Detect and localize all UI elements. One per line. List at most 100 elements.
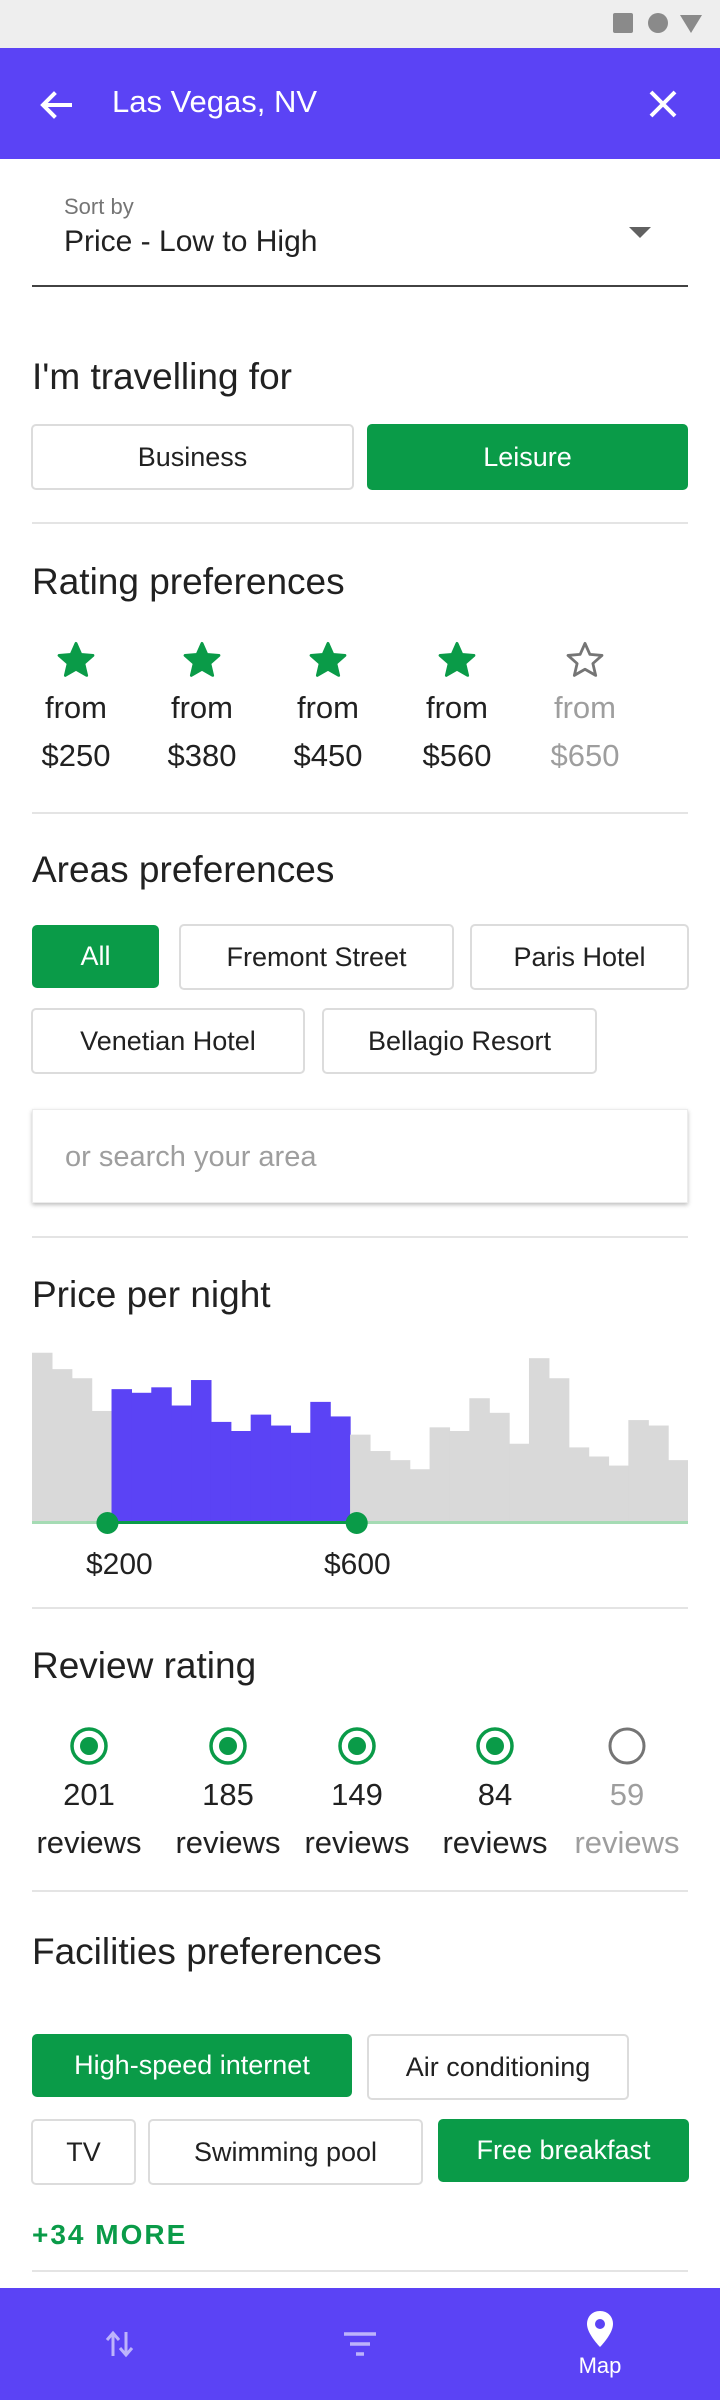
filter-icon <box>344 2332 376 2356</box>
chip-label: Paris Hotel <box>513 941 646 972</box>
radio-checked-icon <box>297 1721 417 1771</box>
nav-filter[interactable] <box>320 2288 400 2400</box>
histogram-bar <box>429 1427 451 1522</box>
review-option[interactable]: 84 reviews <box>435 1721 555 1867</box>
histogram-bar <box>210 1421 232 1522</box>
radio-checked-icon <box>168 1721 288 1771</box>
histogram-bar <box>568 1447 590 1522</box>
chip-label: TV <box>66 2136 101 2167</box>
price-min-handle[interactable] <box>96 1512 119 1534</box>
histogram-bar <box>111 1389 132 1522</box>
rating-option[interactable]: from $650 <box>535 636 635 780</box>
review-unit: reviews <box>36 1825 142 1860</box>
histogram-bar <box>51 1369 73 1522</box>
review-option[interactable]: 59 reviews <box>567 1721 687 1867</box>
review-count: 201 <box>63 1777 115 1812</box>
histogram-bar <box>648 1425 669 1522</box>
rating-from: from <box>171 690 233 725</box>
star-icon <box>535 636 635 684</box>
rating-price: $450 <box>293 738 363 773</box>
histogram-bar <box>548 1378 570 1522</box>
area-chip-all[interactable]: All <box>32 925 159 988</box>
status-circle-icon <box>648 13 668 33</box>
rating-option[interactable]: from $560 <box>407 636 507 780</box>
facility-chip-high-speed-internet[interactable]: High-speed internet <box>32 2034 352 2097</box>
area-chip-bellagio-resort[interactable]: Bellagio Resort <box>322 1008 597 1074</box>
rating-option[interactable]: from $380 <box>152 636 252 780</box>
travel-heading: I'm travelling for <box>32 356 292 397</box>
nav-map[interactable]: Map <box>560 2288 640 2400</box>
divider <box>32 522 688 524</box>
chip-label: Business <box>137 441 248 472</box>
rating-price: $560 <box>422 738 492 773</box>
histogram-bar <box>449 1431 470 1522</box>
facility-chip-air-conditioning[interactable]: Air conditioning <box>367 2034 629 2100</box>
status-square-icon <box>613 13 633 33</box>
histogram-bar <box>588 1456 610 1522</box>
chip-label: Fremont Street <box>226 941 407 972</box>
facility-chip-free-breakfast[interactable]: Free breakfast <box>438 2119 689 2182</box>
chip-label: Bellagio Resort <box>367 1025 552 1056</box>
price-heading: Price per night <box>32 1274 271 1315</box>
rating-price: $250 <box>41 738 111 773</box>
location-title: Las Vegas, NV <box>112 84 318 119</box>
arrow-back-icon[interactable] <box>36 85 76 125</box>
areas-heading: Areas preferences <box>32 849 335 890</box>
sort-label: Sort by <box>64 194 134 219</box>
rating-from: from <box>426 690 488 725</box>
review-option[interactable]: 149 reviews <box>297 1721 417 1867</box>
review-count: 59 <box>609 1777 645 1812</box>
chip-label: Venetian Hotel <box>80 1025 256 1056</box>
sort-arrows-icon <box>105 2330 134 2358</box>
radio-checked-icon <box>29 1721 149 1771</box>
sort-underline <box>32 285 688 287</box>
histogram-bar <box>668 1460 688 1522</box>
chip-label: Air conditioning <box>405 2051 591 2082</box>
close-icon[interactable] <box>643 84 683 124</box>
area-search-input[interactable] <box>63 1110 657 1204</box>
review-count: 149 <box>331 1777 383 1812</box>
review-option[interactable]: 185 reviews <box>168 1721 288 1867</box>
divider <box>32 1236 688 1238</box>
travel-option-leisure[interactable]: Leisure <box>367 424 688 490</box>
rating-option[interactable]: from $250 <box>26 636 126 780</box>
rating-from: from <box>297 690 359 725</box>
facility-chip-swimming-pool[interactable]: Swimming pool <box>148 2119 423 2185</box>
rating-from: from <box>45 690 107 725</box>
star-icon <box>278 636 378 684</box>
review-option[interactable]: 201 reviews <box>29 1721 149 1867</box>
nav-sort[interactable] <box>80 2288 160 2400</box>
histogram-bar <box>91 1410 113 1522</box>
chip-label: Swimming pool <box>193 2136 378 2167</box>
review-unit: reviews <box>175 1825 281 1860</box>
area-chip-fremont-street[interactable]: Fremont Street <box>179 924 454 990</box>
rating-option[interactable]: from $450 <box>278 636 378 780</box>
histogram-bar <box>389 1460 411 1522</box>
chip-label: All <box>80 941 111 971</box>
area-search-box <box>32 1109 688 1204</box>
histogram-bar <box>131 1392 152 1522</box>
map-pin-icon <box>587 2311 613 2347</box>
facility-chip-tv[interactable]: TV <box>31 2119 136 2185</box>
histogram-bar <box>350 1434 371 1522</box>
area-chip-venetian-hotel[interactable]: Venetian Hotel <box>31 1008 305 1074</box>
star-icon <box>26 636 126 684</box>
area-chip-paris-hotel[interactable]: Paris Hotel <box>470 924 689 990</box>
price-max-handle[interactable] <box>345 1512 368 1534</box>
rating-heading: Rating preferences <box>32 561 345 602</box>
travel-option-business[interactable]: Business <box>31 424 354 490</box>
star-icon <box>152 636 252 684</box>
sort-value: Price - Low to High <box>64 225 318 258</box>
star-icon <box>407 636 507 684</box>
review-count: 185 <box>202 1777 254 1812</box>
rating-price: $380 <box>167 738 237 773</box>
histogram-bar <box>270 1425 292 1522</box>
histogram-bar <box>32 1352 53 1522</box>
more-facilities-link[interactable]: +34 MORE <box>32 2219 187 2251</box>
histogram-bar <box>151 1387 172 1522</box>
status-bar <box>0 0 720 48</box>
price-max-label: $600 <box>324 1548 391 1581</box>
divider <box>32 812 688 814</box>
facilities-heading: Facilities preferences <box>32 1931 382 1972</box>
histogram-bar <box>171 1405 192 1522</box>
